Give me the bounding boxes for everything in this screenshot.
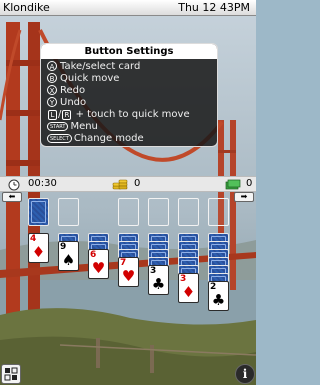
card-suit: ♠ [61,251,76,269]
foundation-slot-3[interactable] [178,198,199,226]
cash-icon [225,179,241,190]
r-button-icon: R [62,110,72,120]
coins-icon [112,179,128,190]
clock: Thu 12 43PM [178,1,250,14]
row-menu: START Menu [47,121,98,133]
button-settings-panel: Button Settings A Take/select card B Quick… [40,43,218,147]
card-suit: ♦ [181,283,196,301]
status-bar: 00:30 0 0 [0,176,256,192]
face-up-card[interactable]: 3 ♣ [148,265,169,295]
row-label: Change mode [73,133,144,144]
title-bar: Klondike Thu 12 43PM [0,0,256,16]
foundation-slot-1[interactable] [118,198,139,226]
row-take-select: A Take/select card [47,61,140,73]
right-arrow-icon[interactable]: ➡ [234,192,254,202]
l-button-icon: L [48,110,57,120]
clock-icon [8,179,20,191]
start-button-icon: START [47,122,69,131]
row-undo: Y Undo [47,97,86,109]
a-button-icon: A [47,61,57,71]
row-label: Menu [70,121,98,132]
panel-title: Button Settings [41,44,217,59]
select-button-icon: SELECT [47,134,72,143]
left-arrow-icon[interactable]: ⬅ [2,192,22,202]
face-up-card[interactable]: 4 ♦ [28,233,49,263]
row-quick-move: B Quick move [47,73,119,85]
face-up-card[interactable]: 7 ♥ [118,257,139,287]
row-label: Quick move [60,73,120,84]
row-label: Take/select card [60,61,141,72]
face-up-card[interactable]: 2 ♣ [208,281,229,311]
info-icon[interactable]: i [235,364,255,384]
face-up-card[interactable]: 9 ♠ [58,241,79,271]
face-up-card[interactable]: 3 ♦ [178,273,199,303]
stock-pile[interactable] [28,198,49,226]
row-shoulder-quick-move: L / R + touch to quick move [47,109,190,121]
card-suit: ♣ [211,291,226,309]
shuffle-icon[interactable] [1,364,21,384]
row-change-mode: SELECT Change mode [47,133,144,145]
foundation-slot-2[interactable] [148,198,169,226]
score-value: 0 [134,178,141,189]
card-suit: ♥ [91,259,106,277]
row-redo: X Redo [47,85,85,97]
card-suit: ♦ [31,243,46,261]
row-label: Redo [60,85,86,96]
foundation-slot-4[interactable] [208,198,229,226]
y-button-icon: Y [47,97,57,107]
moves-value: 0 [246,178,253,189]
row-label: + touch to quick move [75,109,190,120]
card-suit: ♥ [121,267,136,285]
b-button-icon: B [47,73,57,83]
row-label: Undo [60,97,87,108]
elapsed-time: 00:30 [28,178,57,189]
face-up-card[interactable]: 6 ♥ [88,249,109,279]
x-button-icon: X [47,85,57,95]
card-suit: ♣ [151,275,166,293]
waste-slot[interactable] [58,198,79,226]
app-title: Klondike [3,1,50,14]
separator: / [58,109,62,120]
